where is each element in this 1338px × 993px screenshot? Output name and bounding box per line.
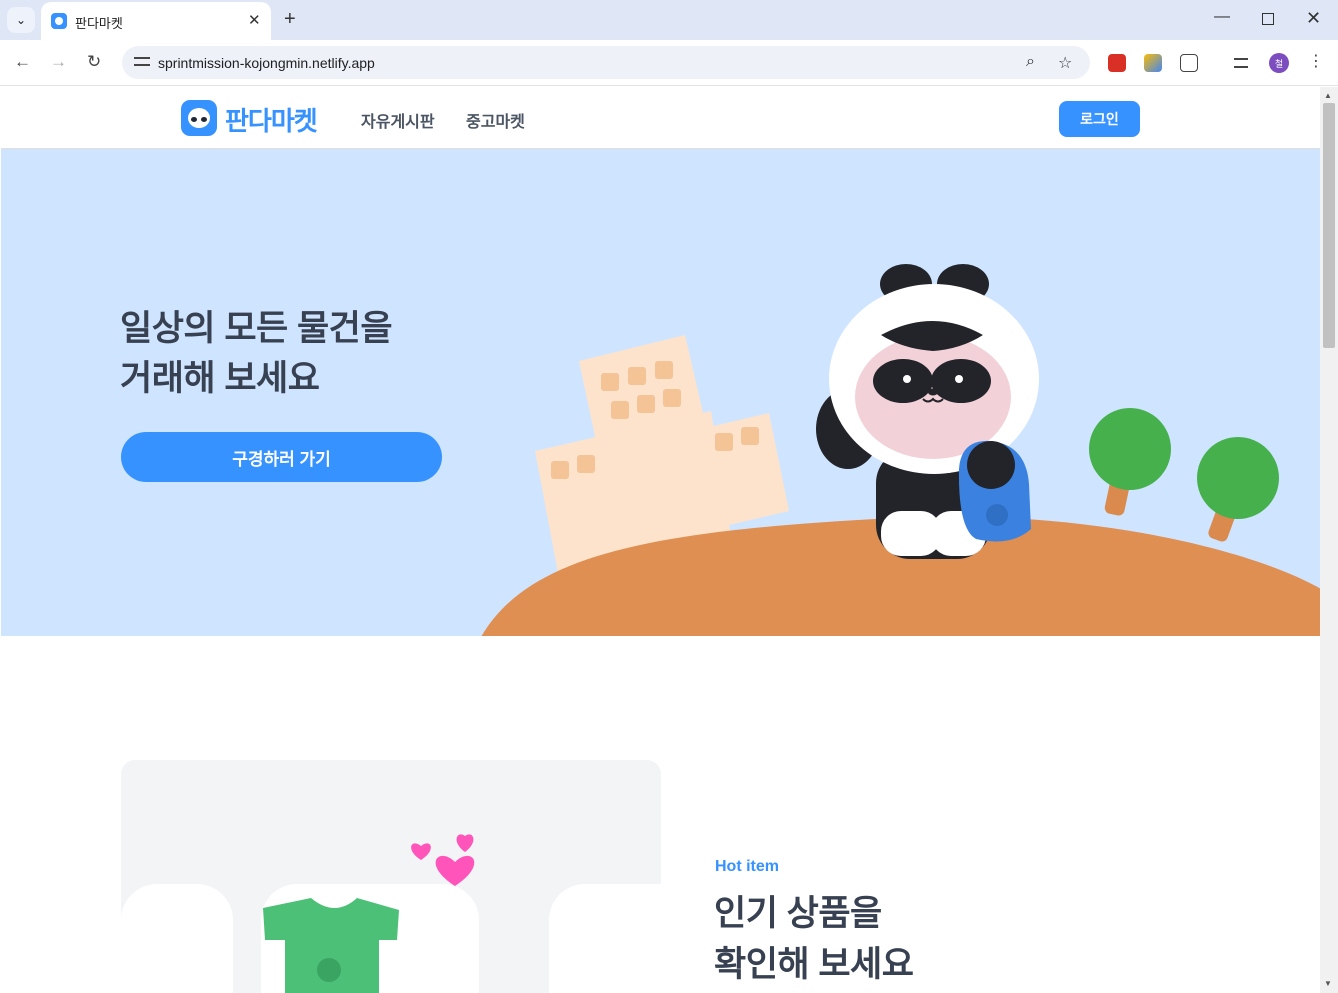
heart-icon: [435, 855, 475, 886]
extension-color-icon[interactable]: [1144, 54, 1162, 72]
hero-title-line1: 일상의 모든 물건을: [120, 309, 393, 348]
feature-label: Hot item: [715, 858, 779, 875]
tree-illustration: [1089, 408, 1279, 542]
new-tab-plus-icon[interactable]: +: [284, 8, 296, 31]
window-close-icon[interactable]: ✕: [1306, 8, 1321, 29]
url-text[interactable]: sprintmission-kojongmin.netlify.app: [158, 55, 375, 71]
nav-link-board[interactable]: 자유게시판: [361, 108, 435, 132]
hero-title: 일상의 모든 물건을 거래해 보세요: [120, 304, 393, 404]
hero-title-line2: 거래해 보세요: [120, 359, 320, 398]
scroll-down-arrow-icon[interactable]: ▼: [1324, 979, 1332, 988]
feature-image-card: [121, 760, 661, 993]
favicon-icon: [51, 13, 67, 29]
tab-close-icon[interactable]: ✕: [248, 11, 261, 29]
forward-arrow-icon[interactable]: →: [50, 52, 67, 72]
site-header: 판다마켓 자유게시판 중고마켓 로그인: [1, 87, 1320, 149]
extensions-puzzle-icon[interactable]: [1180, 54, 1198, 72]
maximize-icon[interactable]: [1262, 13, 1274, 25]
extension-red-icon[interactable]: [1108, 54, 1126, 72]
bookmark-star-icon[interactable]: ☆: [1058, 53, 1072, 73]
reload-icon[interactable]: ↻: [87, 52, 101, 72]
back-arrow-icon[interactable]: ←: [14, 52, 31, 72]
zoom-icon[interactable]: ⌕: [1026, 53, 1035, 71]
browser-tab-strip: ⌄ 판다마켓 ✕ + — ✕: [0, 0, 1338, 40]
hero-banner: 일상의 모든 물건을 거래해 보세요 구경하러 가기: [1, 149, 1320, 636]
feature-title-line2: 확인해 보세요: [714, 945, 914, 984]
feature-title-line1: 인기 상품을: [714, 894, 882, 933]
scroll-thumb[interactable]: [1323, 103, 1335, 348]
page-viewport: 판다마켓 자유게시판 중고마켓 로그인 일상의 모든 물건을 거래해 보세요 구…: [1, 87, 1320, 993]
login-button[interactable]: 로그인: [1059, 101, 1140, 137]
hero-illustration: [481, 264, 1320, 636]
feature-section-hot-item: Hot item 인기 상품을 확인해 보세요: [1, 636, 1320, 993]
nav-link-market[interactable]: 중고마켓: [466, 108, 525, 132]
browse-button[interactable]: 구경하러 가기: [121, 432, 442, 482]
media-control-icon[interactable]: [1234, 58, 1248, 68]
page-scrollbar[interactable]: ▲ ▼: [1320, 87, 1338, 993]
panda-logo-icon: [181, 100, 217, 136]
logo-text: 판다마켓: [225, 106, 318, 136]
address-bar[interactable]: sprintmission-kojongmin.netlify.app ⌕ ☆: [122, 46, 1090, 79]
tab-title: 판다마켓: [75, 16, 123, 31]
heart-icon: [411, 843, 431, 860]
browser-toolbar: ← → ↻ sprintmission-kojongmin.netlify.ap…: [0, 40, 1338, 86]
site-info-icon[interactable]: [134, 54, 150, 70]
hot-item-illustration: [121, 834, 661, 993]
tab-search-chevron-icon[interactable]: ⌄: [7, 7, 35, 33]
minimize-icon[interactable]: —: [1214, 8, 1230, 26]
scroll-up-arrow-icon[interactable]: ▲: [1324, 91, 1332, 100]
browser-tab[interactable]: 판다마켓 ✕: [41, 2, 271, 40]
feature-title: 인기 상품을 확인해 보세요: [714, 888, 914, 990]
heart-icon: [456, 834, 474, 852]
panda-character: [816, 264, 1039, 559]
profile-avatar[interactable]: 철: [1269, 53, 1289, 73]
site-logo[interactable]: 판다마켓: [181, 100, 318, 136]
browser-menu-icon[interactable]: ⋮: [1308, 51, 1324, 71]
